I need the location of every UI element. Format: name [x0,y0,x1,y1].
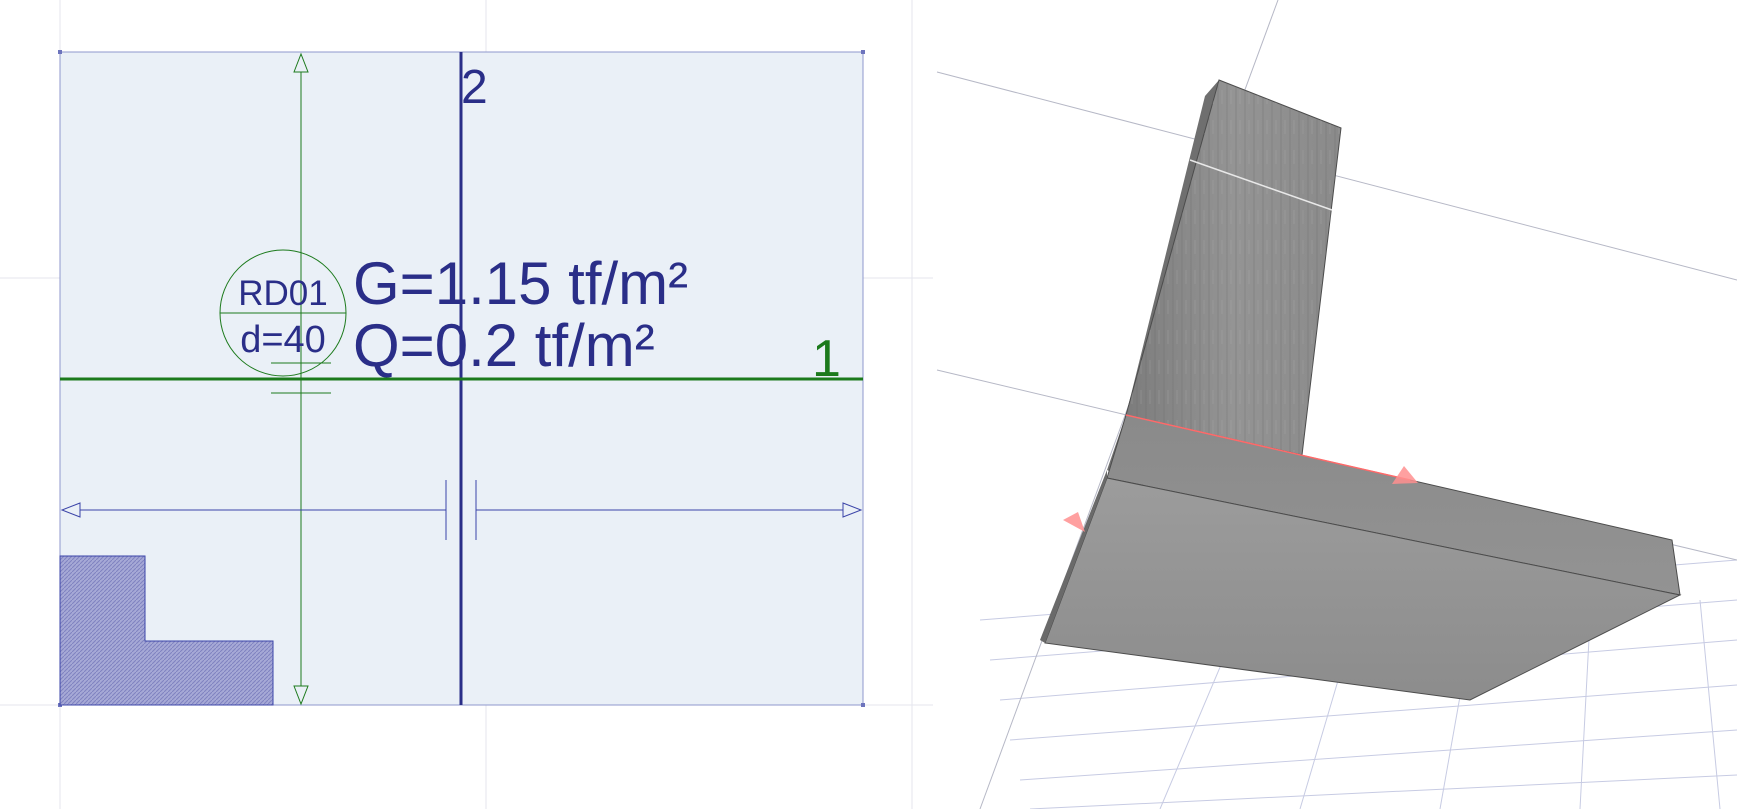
live-load-label: Q=0.2 tf/m² [353,312,655,379]
edge-marker-right [1392,466,1418,484]
construction-lines [936,0,1737,809]
axis-2-label: 2 [461,61,488,114]
model-canvas[interactable] [933,0,1737,809]
dead-load-label: G=1.15 tf/m² [353,250,688,317]
slab-id-label: RD01 [238,274,327,313]
slab-thickness-label: d=40 [240,319,326,361]
concrete-l-wall[interactable] [1040,79,1682,701]
edge-marker-left [1063,512,1085,532]
plan-canvas[interactable]: 2 1 RD01 d=40 G=1.15 tf/m² Q=0.2 tf/m² [0,0,933,809]
axis-1-label: 1 [812,330,841,388]
model-view[interactable] [933,0,1737,809]
plan-view[interactable]: 2 1 RD01 d=40 G=1.15 tf/m² Q=0.2 tf/m² [0,0,933,809]
